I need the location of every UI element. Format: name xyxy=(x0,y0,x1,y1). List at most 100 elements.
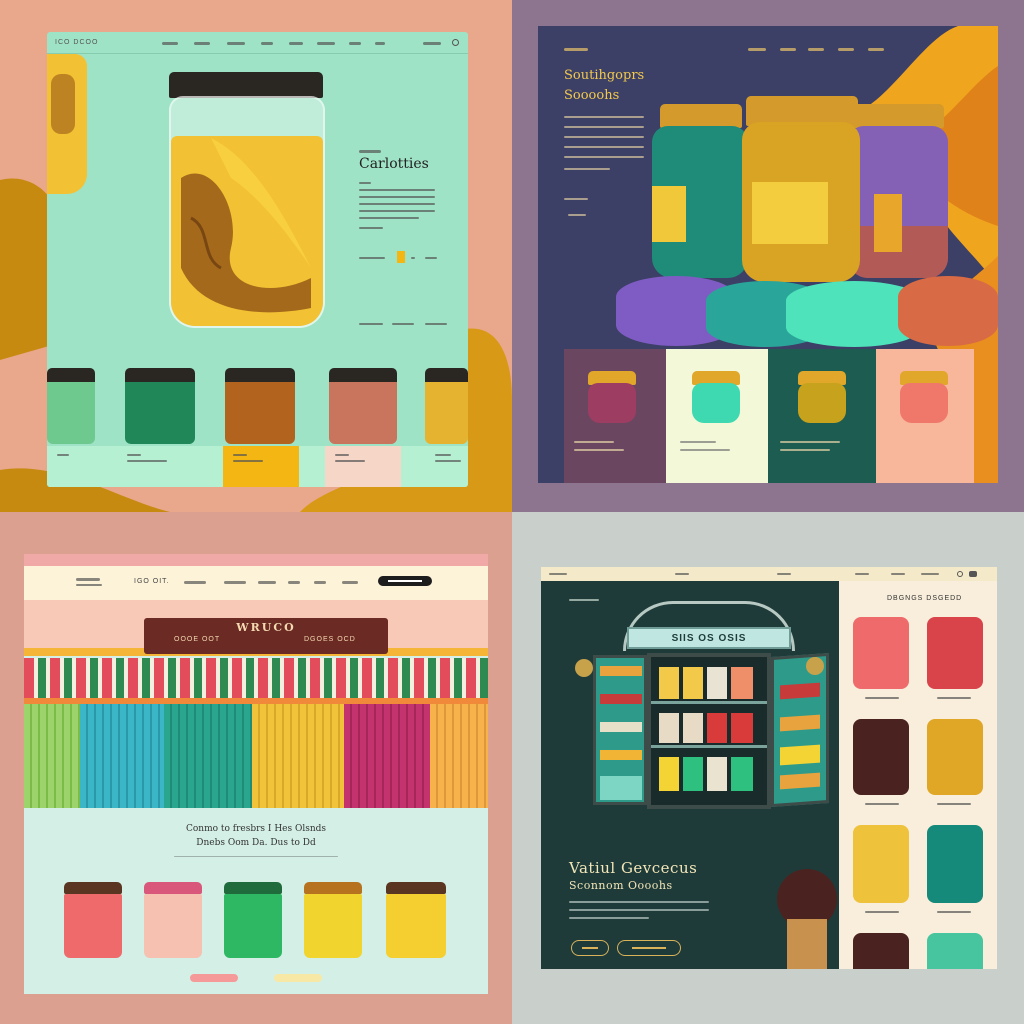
sign-left: OOOE OOT xyxy=(174,636,221,643)
nav-link[interactable] xyxy=(375,42,385,45)
store-doors xyxy=(24,704,488,808)
mint-card: ICO DCOO Carlotties xyxy=(47,32,468,487)
product-card[interactable] xyxy=(666,349,768,483)
cart-icon[interactable] xyxy=(969,571,977,577)
search-icon[interactable] xyxy=(957,571,963,577)
nav-link[interactable] xyxy=(349,42,361,45)
nav-link[interactable] xyxy=(891,573,905,575)
swatch-tile[interactable] xyxy=(853,617,909,689)
door-panel xyxy=(430,704,488,808)
nav-link[interactable] xyxy=(314,581,326,584)
top-nav: IGO OIT. xyxy=(24,566,488,600)
text-line xyxy=(335,460,365,462)
product-card[interactable] xyxy=(768,349,876,483)
nav-link[interactable] xyxy=(423,42,441,45)
hero-title-line2: Soooohs xyxy=(564,88,620,103)
awning xyxy=(24,658,488,698)
swatch-tile[interactable] xyxy=(853,933,909,969)
shop-button[interactable] xyxy=(190,974,238,982)
door-panel xyxy=(80,704,164,808)
panel-navy-jars: Soutihgoprs Soooohs xyxy=(512,0,1024,512)
nav-link[interactable] xyxy=(194,42,210,45)
price-label xyxy=(359,257,385,259)
jar-partial xyxy=(47,54,87,194)
swatch-tile[interactable] xyxy=(927,933,983,969)
read-more-link[interactable] xyxy=(564,198,588,200)
primary-button[interactable] xyxy=(571,940,609,956)
nav-link[interactable] xyxy=(162,42,178,45)
search-icon[interactable] xyxy=(452,39,459,46)
nav-link[interactable] xyxy=(921,573,939,575)
cta-button[interactable] xyxy=(378,576,432,586)
nav-link[interactable] xyxy=(258,581,276,584)
color-swatch[interactable] xyxy=(397,251,405,263)
text-line xyxy=(564,136,644,138)
swatch-tile[interactable] xyxy=(853,719,909,795)
text-line xyxy=(564,146,644,148)
text-line xyxy=(359,210,435,212)
text-line xyxy=(937,911,971,913)
learn-button[interactable] xyxy=(274,974,322,982)
nav-link[interactable] xyxy=(184,581,206,584)
nav-link[interactable] xyxy=(748,48,766,51)
store-sign: WRUCO OOOE OOT DGOES OCD xyxy=(144,618,388,654)
text-line xyxy=(937,803,971,805)
swatch-tile[interactable] xyxy=(927,617,983,689)
nav-link[interactable] xyxy=(780,48,796,51)
nav-link[interactable] xyxy=(342,581,358,584)
divider xyxy=(174,856,338,857)
product-card[interactable] xyxy=(564,349,666,483)
brand-logo[interactable] xyxy=(549,573,567,575)
nav-link[interactable] xyxy=(224,581,246,584)
brand-logo[interactable] xyxy=(76,578,100,581)
text-line xyxy=(359,323,383,325)
text-line xyxy=(425,323,447,325)
navy-card: Soutihgoprs Soooohs xyxy=(538,26,998,483)
text-line xyxy=(569,917,649,919)
nav-link[interactable] xyxy=(777,573,791,575)
text-line xyxy=(359,227,383,229)
side-heading: DBGNGS DSGEDD xyxy=(887,595,963,602)
brand-logo[interactable] xyxy=(564,48,588,51)
text-line xyxy=(233,460,263,462)
text-line xyxy=(127,460,167,462)
hero-title-line1: Vatiul Gevcecus xyxy=(569,859,698,877)
text-line xyxy=(127,454,141,456)
text-line xyxy=(359,217,419,219)
swatch-tile[interactable] xyxy=(927,719,983,795)
secondary-button[interactable] xyxy=(617,940,681,956)
swatch-tile[interactable] xyxy=(927,825,983,903)
text-line xyxy=(564,116,644,118)
product-card[interactable] xyxy=(876,349,974,483)
text-line xyxy=(425,257,437,259)
swatch-tile[interactable] xyxy=(853,825,909,903)
door-panel xyxy=(252,704,344,808)
medal-badge xyxy=(806,657,824,675)
text-line xyxy=(865,911,899,913)
nav-link[interactable] xyxy=(868,48,884,51)
text-line xyxy=(359,196,435,198)
panel-mint-jar: ICO DCOO Carlotties xyxy=(0,0,512,512)
nav-link[interactable] xyxy=(808,48,824,51)
product-footer xyxy=(47,446,468,487)
medal-badge xyxy=(575,659,593,677)
storefront-card: IGO OIT. WRUCO OOOE OOT DGOES OCD Conmo … xyxy=(24,554,488,994)
text-line xyxy=(937,697,971,699)
nav-link[interactable] xyxy=(288,581,300,584)
hero-title-line2: Sconnom Oooohs xyxy=(569,879,673,892)
product-footer-highlight xyxy=(223,446,299,487)
text-line xyxy=(411,257,415,259)
nav-link[interactable] xyxy=(675,573,689,575)
pedestal xyxy=(898,276,998,346)
cabinet-sign-text: SIIS OS OSIS xyxy=(671,633,747,644)
nav-link[interactable] xyxy=(317,42,335,45)
nav-brand[interactable]: IGO OIT. xyxy=(134,578,170,585)
nav-link[interactable] xyxy=(261,42,273,45)
text-line xyxy=(564,126,644,128)
cabinet-sign: SIIS OS OSIS xyxy=(627,627,791,649)
cabinet-shelves xyxy=(647,653,771,809)
nav-link[interactable] xyxy=(227,42,245,45)
nav-link[interactable] xyxy=(838,48,854,51)
nav-link[interactable] xyxy=(855,573,869,575)
nav-link[interactable] xyxy=(289,42,303,45)
